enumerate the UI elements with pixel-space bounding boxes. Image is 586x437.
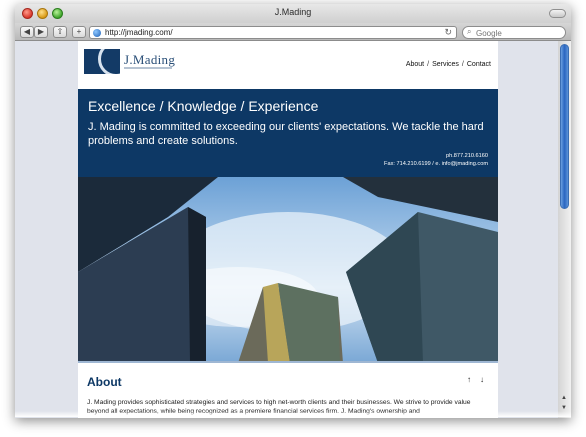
up-arrow-icon[interactable]: ↑ xyxy=(467,375,471,384)
logo-text[interactable]: J.Mading xyxy=(124,52,175,68)
about-heading: About xyxy=(87,375,122,389)
hero-banner: Excellence / Knowledge / Experience J. M… xyxy=(78,89,498,177)
nav-services-link[interactable]: Services xyxy=(432,61,459,68)
page-viewport: J.Mading About / Services / Contact Exce… xyxy=(15,41,558,418)
scroll-up-icon[interactable]: ▲ xyxy=(561,395,567,401)
logo-mark-icon[interactable] xyxy=(84,49,120,74)
about-arrows: ↑ ↓ xyxy=(467,375,484,384)
nav-about-link[interactable]: About xyxy=(406,61,424,68)
banner-title: Excellence / Knowledge / Experience xyxy=(88,98,319,114)
content-area: J.Mading About / Services / Contact Exce… xyxy=(15,4,571,418)
fax-email[interactable]: Fax: 714.210.6199 / e. info@jmading.com xyxy=(384,160,488,168)
banner-body: J. Mading is committed to exceeding our … xyxy=(88,121,484,147)
nav-separator: / xyxy=(427,61,430,68)
phone-number: ph.877.210.6160 xyxy=(446,153,488,159)
nav-contact-link[interactable]: Contact xyxy=(467,61,491,68)
contact-info: ph.877.210.6160 Fax: 714.210.6199 / e. i… xyxy=(384,152,488,168)
site-nav: About / Services / Contact xyxy=(406,61,491,68)
logo-tagline-rule xyxy=(124,67,172,69)
web-page: J.Mading About / Services / Contact Exce… xyxy=(78,41,498,418)
scrollbar-thumb[interactable] xyxy=(560,44,569,209)
hero-image xyxy=(78,177,498,363)
down-arrow-icon[interactable]: ↓ xyxy=(480,375,484,384)
vertical-scrollbar[interactable]: ▲ ▼ xyxy=(558,41,571,418)
window-bottom-fade xyxy=(15,411,571,417)
nav-separator: / xyxy=(461,61,464,68)
skyscrapers-illustration xyxy=(78,177,498,361)
